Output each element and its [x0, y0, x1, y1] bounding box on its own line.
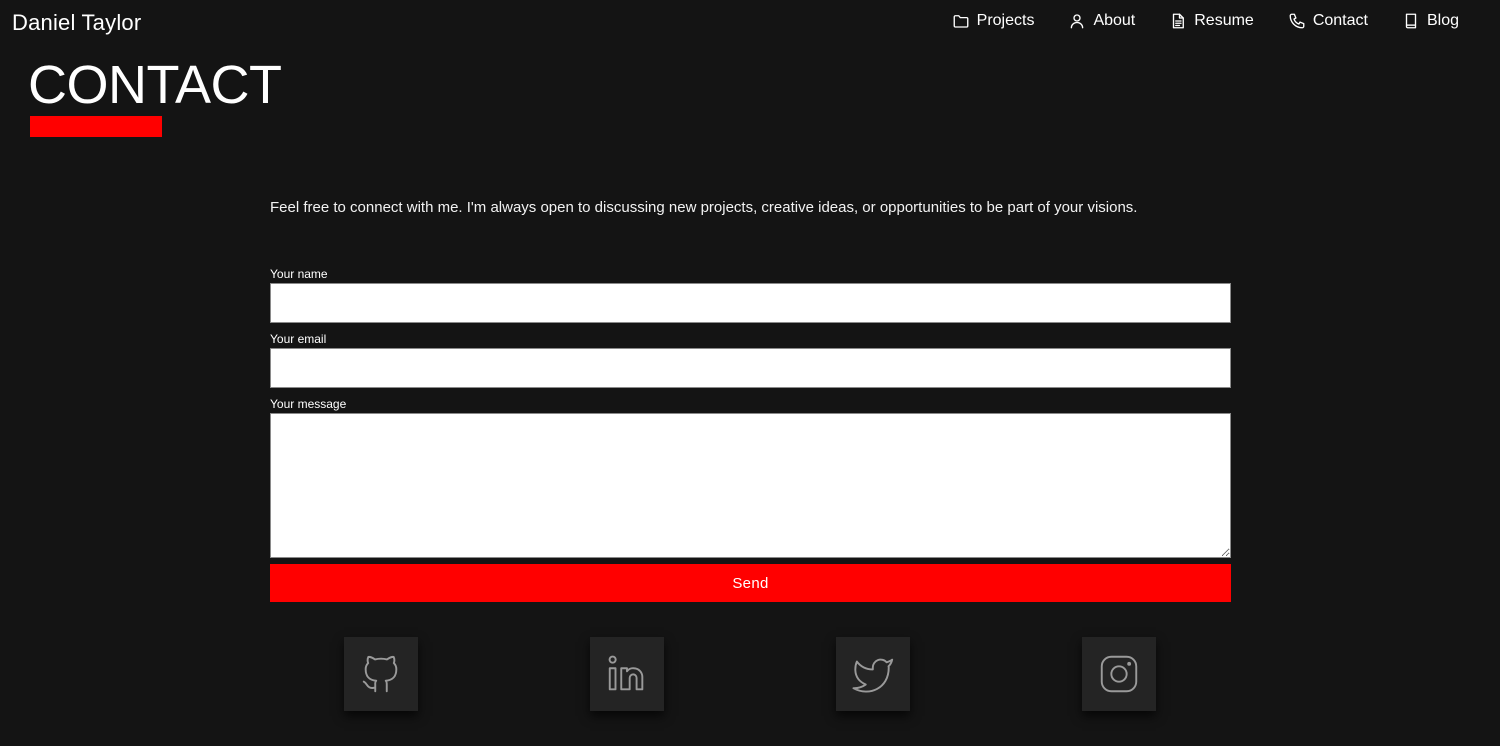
nav-blog[interactable]: Blog — [1402, 12, 1459, 30]
nav-resume[interactable]: Resume — [1169, 12, 1254, 30]
nav-resume-label: Resume — [1194, 12, 1254, 29]
contact-form: Your name Your email Your message Send — [270, 266, 1231, 602]
nav-contact[interactable]: Contact — [1288, 12, 1368, 30]
message-textarea[interactable] — [270, 413, 1231, 558]
contact-page: Daniel Taylor Projects About Resume Cont… — [0, 0, 1500, 746]
nav-blog-label: Blog — [1426, 12, 1459, 29]
nav-about-label: About — [1093, 12, 1136, 29]
phone-icon — [1288, 12, 1306, 30]
github-icon — [362, 655, 398, 693]
page-title: CONTACT — [28, 55, 282, 115]
name-label: Your name — [270, 267, 328, 281]
title-underline — [30, 116, 162, 137]
name-input[interactable] — [270, 283, 1231, 323]
instagram-link[interactable] — [1082, 637, 1156, 711]
linkedin-link[interactable] — [590, 637, 664, 711]
linkedin-icon — [608, 655, 644, 691]
instagram-icon — [1100, 655, 1138, 693]
book-icon — [1402, 12, 1420, 30]
user-icon — [1068, 12, 1086, 30]
twitter-icon — [852, 658, 894, 693]
document-icon — [1169, 12, 1187, 30]
folder-icon — [952, 12, 970, 30]
email-input[interactable] — [270, 348, 1231, 388]
nav-projects-label: Projects — [976, 12, 1035, 29]
brand-logo[interactable]: Daniel Taylor — [12, 10, 141, 36]
nav-about[interactable]: About — [1068, 12, 1135, 30]
twitter-link[interactable] — [836, 637, 910, 711]
github-link[interactable] — [344, 637, 418, 711]
send-button[interactable]: Send — [270, 564, 1231, 602]
nav-projects[interactable]: Projects — [952, 12, 1035, 30]
email-label: Your email — [270, 332, 327, 346]
message-label: Your message — [270, 397, 347, 411]
nav-contact-label: Contact — [1312, 12, 1368, 29]
intro-text: Feel free to connect with me. I'm always… — [270, 199, 1138, 216]
social-links — [0, 637, 1500, 711]
main-nav: Projects About Resume Contact Blog — [952, 12, 1459, 30]
